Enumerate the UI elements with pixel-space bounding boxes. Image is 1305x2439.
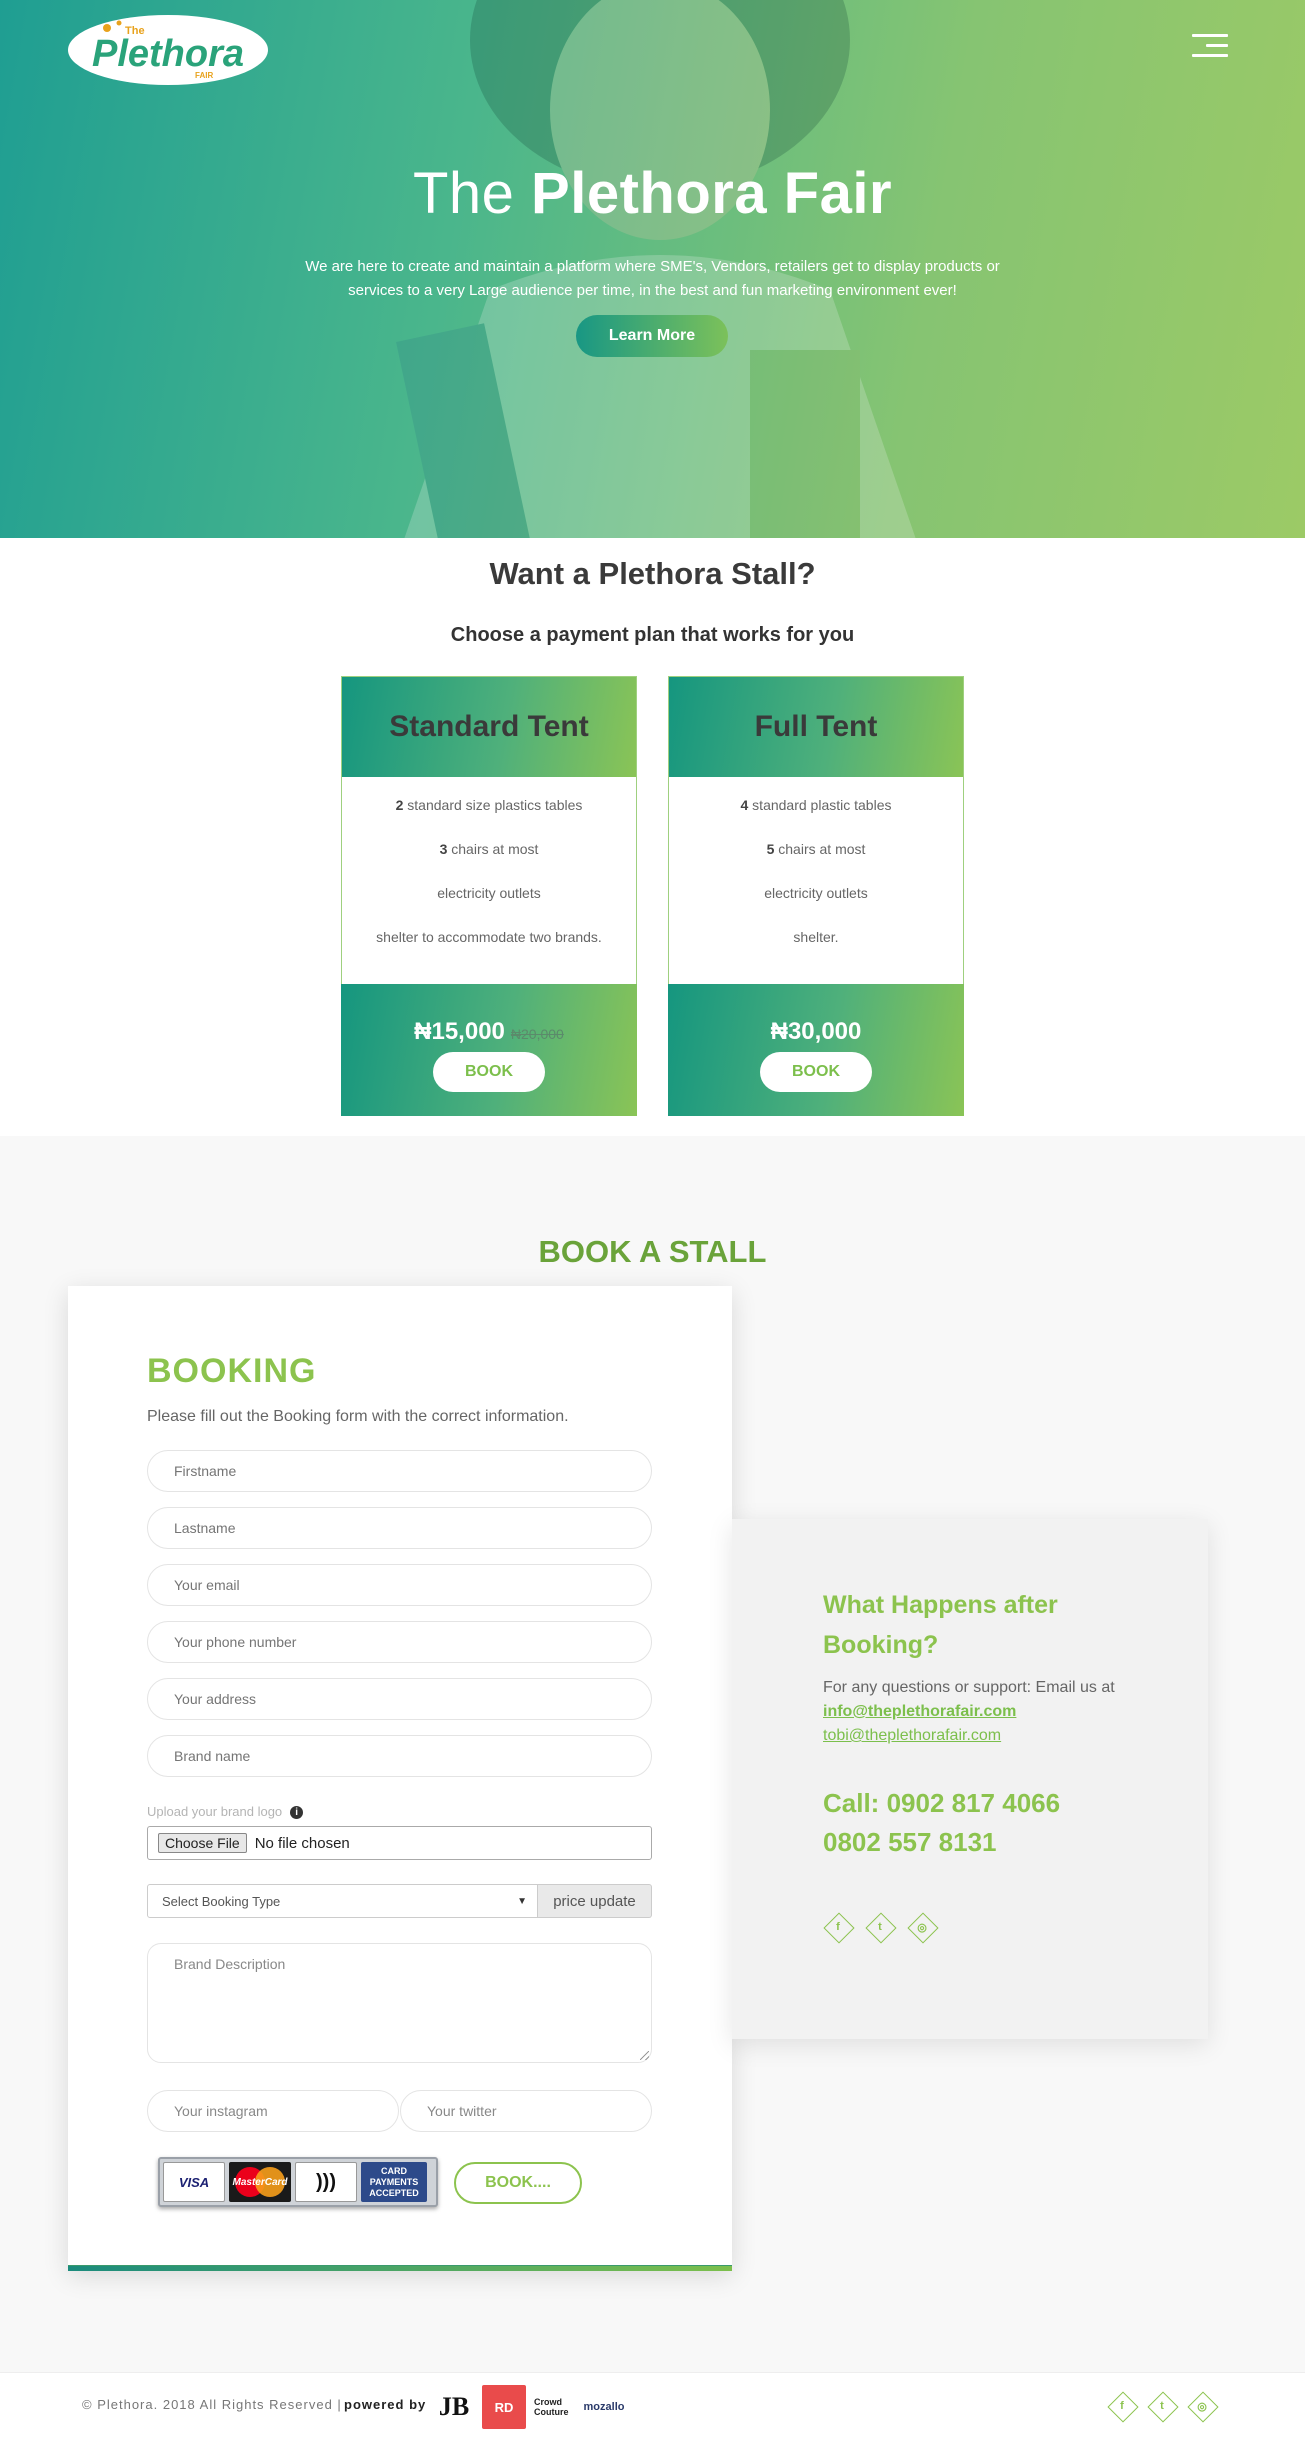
support-text: For any questions or support: Email us a… — [823, 1676, 1183, 1748]
twitter-input[interactable]: Your twitter — [400, 2090, 652, 2132]
choose-file-button[interactable]: Choose File — [158, 1833, 247, 1853]
call-line-2: 0802 557 8131 — [823, 1827, 997, 1857]
resize-grip-icon[interactable] — [640, 2051, 649, 2060]
footer-social-links: f t ◎ — [1107, 2391, 1217, 2421]
book-standard-button[interactable]: BOOK — [433, 1052, 545, 1092]
plan-name: Full Tent — [669, 677, 963, 777]
plan-price-old: ₦20,000 — [510, 1026, 564, 1042]
card-payments-accepted: CARD PAYMENTS ACCEPTED — [361, 2162, 427, 2202]
plan-name: Standard Tent — [342, 677, 636, 777]
instagram-icon[interactable]: ◎ — [1187, 2391, 1217, 2421]
site-footer: © Plethora. 2018 All Rights Reserved | p… — [0, 2372, 1305, 2439]
facebook-icon[interactable]: f — [1107, 2391, 1137, 2421]
firstname-input[interactable] — [147, 1450, 652, 1492]
after-booking-card: What Happens after Booking? For any ques… — [732, 1519, 1208, 2039]
sponsor-logo-jb[interactable]: JB — [436, 2385, 472, 2429]
plan-footer: ₦15,000 ₦20,000 BOOK — [341, 984, 637, 1116]
logo-file-input[interactable]: Choose File No file chosen — [147, 1826, 652, 1860]
logo-wordmark: Plethora — [92, 33, 244, 75]
twitter-icon[interactable]: t — [865, 1912, 895, 1942]
plethora-logo[interactable]: Plethora The FAIR — [67, 14, 269, 86]
brand-description-textarea[interactable]: Brand Description — [147, 1943, 652, 2063]
call-numbers: Call: 0902 817 4066 0802 557 8131 — [823, 1784, 1060, 1862]
plan-features: 4 standard plastic tables 5 chairs at mo… — [669, 777, 963, 985]
booking-heading: BOOKING — [147, 1352, 317, 1390]
twitter-icon[interactable]: t — [1147, 2391, 1177, 2421]
brand-name-input[interactable] — [147, 1735, 652, 1777]
hero-title-light: The — [412, 161, 515, 226]
instagram-icon[interactable]: ◎ — [907, 1912, 937, 1942]
booking-form-card: BOOKING Please fill out the Booking form… — [68, 1286, 732, 2270]
call-line-1: Call: 0902 817 4066 — [823, 1788, 1061, 1818]
file-status: No file chosen — [254, 1834, 350, 1852]
stall-section-title: Want a Plethora Stall? — [489, 556, 816, 591]
plan-feature: 5 chairs at most — [766, 841, 866, 857]
info-icon[interactable]: i — [290, 1806, 304, 1820]
copyright-text: © Plethora. 2018 All Rights Reserved | — [82, 2397, 342, 2412]
plan-price-current: ₦30,000 — [770, 1018, 862, 1045]
plan-card-standard: Standard Tent 2 standard size plastics t… — [341, 676, 637, 1116]
lastname-input[interactable] — [147, 1507, 652, 1549]
plan-feature: shelter to accommodate two brands. — [376, 929, 602, 945]
book-full-button[interactable]: BOOK — [760, 1052, 872, 1092]
logo-graphic: Plethora The FAIR — [68, 15, 268, 85]
social-links: f t ◎ — [823, 1912, 937, 1942]
book-stall-title: BOOK A STALL — [538, 1234, 767, 1269]
after-booking-title: What Happens after Booking? — [823, 1591, 1058, 1659]
price-update-addon: price update — [538, 1884, 652, 1918]
logo-fair: FAIR — [195, 71, 213, 80]
chevron-down-icon: ▼ — [517, 1895, 527, 1907]
booking-submit-button[interactable]: BOOK.... — [454, 2162, 582, 2204]
booking-intro: Please fill out the Booking form with th… — [147, 1408, 569, 1425]
plan-price: ₦15,000 ₦20,000 — [341, 1018, 637, 1046]
mastercard-icon: MasterCard — [229, 2162, 291, 2202]
hamburger-menu-icon[interactable] — [1192, 34, 1228, 62]
plan-footer: ₦30,000 BOOK — [668, 984, 964, 1116]
plan-feature: electricity outlets — [437, 885, 541, 901]
plan-feature: electricity outlets — [764, 885, 868, 901]
facebook-icon[interactable]: f — [823, 1912, 853, 1942]
learn-more-button[interactable]: Learn More — [576, 315, 728, 357]
plan-feature: 4 standard plastic tables — [740, 797, 892, 813]
payment-cards-image: VISA MasterCard ))) CARD PAYMENTS ACCEPT… — [158, 2157, 438, 2207]
sponsor-logo-mozallo[interactable]: mozallo — [578, 2385, 630, 2429]
form-card-accent-bar — [68, 2266, 732, 2271]
hero-description: We are here to create and maintain a pla… — [305, 258, 1000, 299]
booking-type-select[interactable]: Select Booking Type ▼ — [147, 1884, 538, 1918]
powered-by-text: powered by — [344, 2397, 427, 2412]
plan-feature: 3 chairs at most — [439, 841, 539, 857]
hero-banner: Plethora The FAIR The Plethora Fair We a… — [0, 0, 1305, 538]
hero-title-bold: Plethora Fair — [531, 161, 893, 226]
hero-title: The Plethora Fair — [0, 160, 1305, 227]
stall-section-subtitle: Choose a payment plan that works for you — [450, 624, 855, 646]
plan-feature: shelter. — [793, 929, 839, 945]
sponsor-logo-crowd-couture[interactable]: Crowd Couture — [534, 2385, 574, 2429]
instagram-input[interactable]: Your instagram — [147, 2090, 399, 2132]
plan-card-full: Full Tent 4 standard plastic tables 5 ch… — [668, 676, 964, 1116]
upload-logo-label: Upload your brand logo i — [147, 1804, 304, 1820]
address-input[interactable] — [147, 1678, 652, 1720]
visa-icon: VISA — [163, 2162, 225, 2202]
sponsor-logo-rd[interactable]: RD — [482, 2385, 526, 2429]
phone-input[interactable] — [147, 1621, 652, 1663]
contactless-icon: ))) — [295, 2162, 357, 2202]
plan-feature: 2 standard size plastics tables — [395, 797, 583, 813]
logo-the: The — [125, 25, 145, 37]
email-input[interactable] — [147, 1564, 652, 1606]
plan-features: 2 standard size plastics tables 3 chairs… — [342, 777, 636, 985]
plan-price: ₦30,000 — [668, 1018, 964, 1046]
email-link-tobi[interactable]: tobi@theplethorafair.com — [823, 1724, 1183, 1748]
email-link-info[interactable]: info@theplethorafair.com — [823, 1700, 1183, 1724]
plan-price-current: ₦15,000 — [414, 1018, 505, 1045]
